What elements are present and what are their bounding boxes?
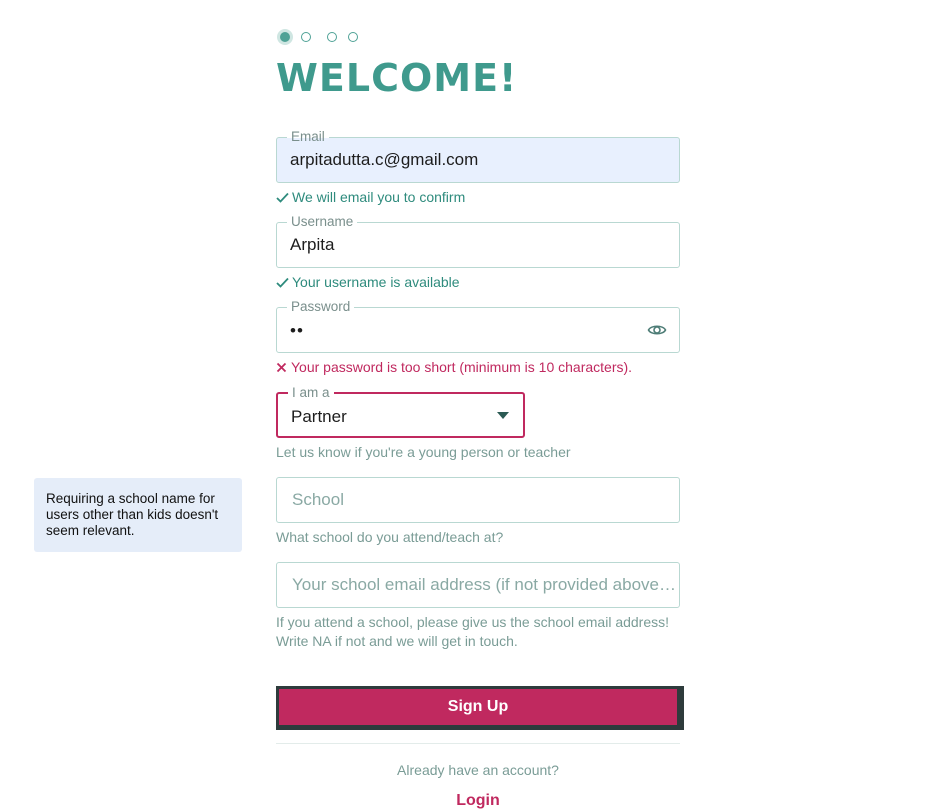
role-helper: Let us know if you're a young person or …	[276, 444, 571, 460]
school-email-placeholder: Your school email address (if not provid…	[292, 575, 678, 594]
password-error: Your password is too short (minimum is 1…	[276, 358, 632, 377]
annotation-note: Requiring a school name for users other …	[34, 478, 242, 552]
page-title: WELCOME!	[276, 56, 518, 100]
step-dot-4	[348, 32, 358, 42]
email-helper: We will email you to confirm	[276, 188, 465, 207]
email-value: arpitadutta.c@gmail.com	[290, 150, 479, 169]
password-value: ••	[290, 321, 304, 340]
divider	[276, 743, 680, 744]
school-input[interactable]: School	[276, 477, 680, 523]
username-value: Arpita	[290, 235, 335, 254]
username-label: Username	[287, 214, 358, 230]
school-email-helper-1: If you attend a school, please give us t…	[276, 614, 670, 630]
step-dot-1	[280, 32, 290, 42]
school-helper: What school do you attend/teach at?	[276, 529, 504, 545]
step-dot-3	[327, 32, 337, 42]
already-have-account-text: Already have an account?	[397, 762, 559, 778]
school-email-helper-2: Write NA if not and we will get in touch…	[276, 633, 518, 649]
password-label: Password	[287, 299, 355, 315]
password-field[interactable]: Password ••	[276, 299, 680, 353]
role-select[interactable]: I am a Partner	[276, 385, 525, 438]
email-label: Email	[287, 129, 329, 145]
login-link[interactable]: Login	[276, 792, 680, 810]
step-dot-2	[301, 32, 311, 42]
signup-button[interactable]: Sign Up	[279, 689, 677, 725]
check-icon	[276, 277, 289, 288]
school-placeholder: School	[292, 490, 344, 509]
username-field[interactable]: Username Arpita	[276, 214, 680, 268]
role-value: Partner	[291, 407, 347, 426]
cross-icon	[276, 362, 287, 373]
username-helper: Your username is available	[276, 273, 460, 292]
role-label: I am a	[288, 385, 334, 401]
eye-icon[interactable]	[647, 320, 667, 340]
email-field[interactable]: Email arpitadutta.c@gmail.com	[276, 129, 680, 183]
caret-down-icon	[497, 412, 509, 419]
school-email-input[interactable]: Your school email address (if not provid…	[276, 562, 680, 608]
check-icon	[276, 192, 289, 203]
